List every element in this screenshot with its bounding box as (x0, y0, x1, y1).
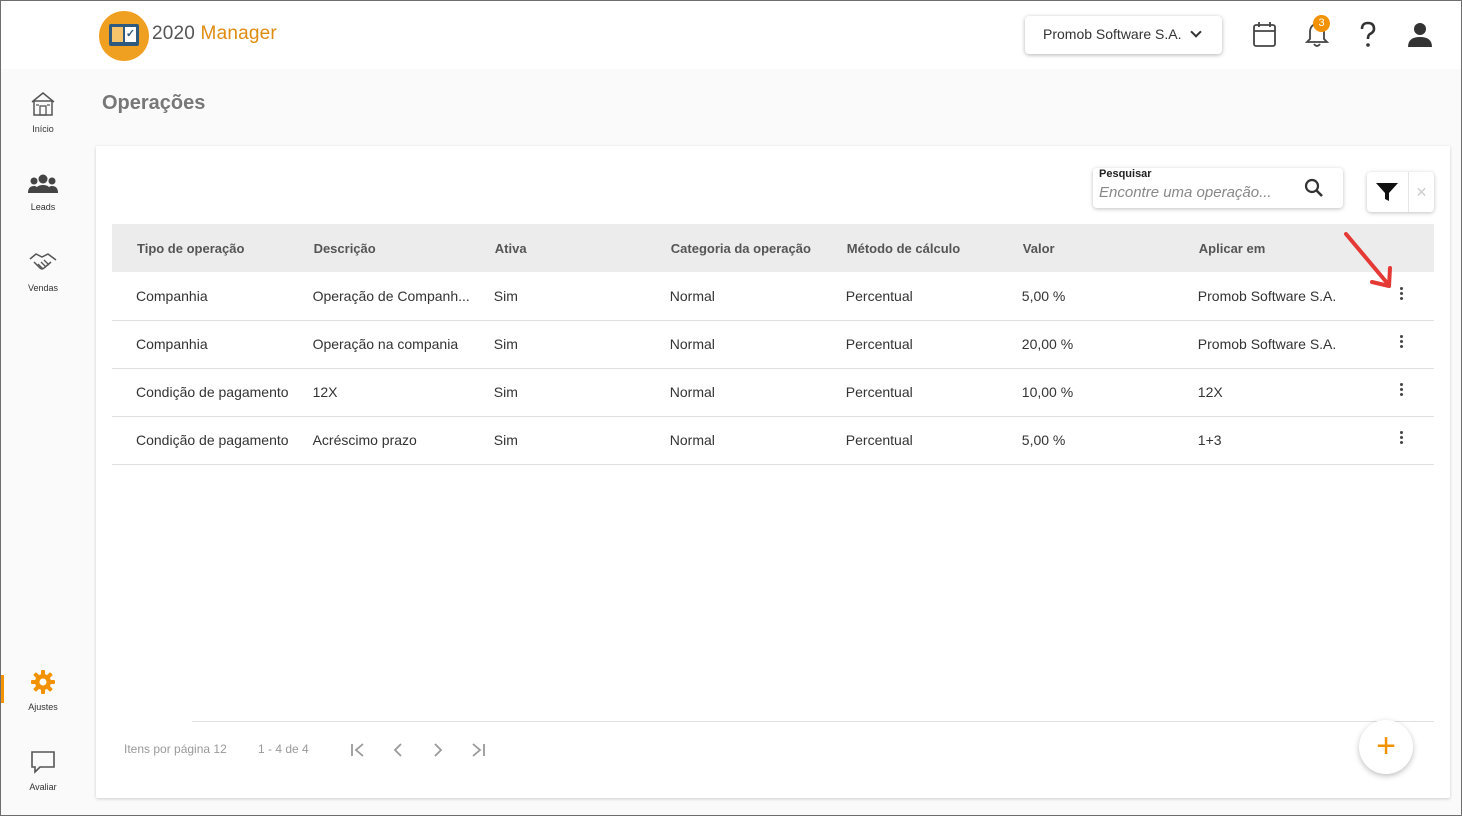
cell-value: 10,00 % (1021, 384, 1074, 400)
row-menu-button[interactable] (1370, 320, 1434, 368)
notification-badge: 3 (1313, 15, 1330, 32)
home-icon (31, 92, 55, 116)
table-row[interactable]: Condição de pagamento Acréscimo prazo Si… (112, 416, 1434, 464)
sidebar-item-label: Leads (30, 202, 56, 212)
page-range: 1 - 4 de 4 (258, 742, 309, 756)
more-vert-icon (1400, 431, 1404, 446)
gear-icon (31, 670, 55, 694)
table-row[interactable]: Companhia Operação de Companh... Sim Nor… (112, 272, 1434, 320)
filter-controls: ✕ (1367, 172, 1434, 212)
column-header[interactable]: Aplicar em (1174, 224, 1370, 272)
cell-type: Companhia (136, 336, 208, 352)
app-name: 2020 Manager (152, 23, 277, 44)
plus-icon: + (1376, 727, 1396, 765)
table-row[interactable]: Condição de pagamento 12X Sim Normal Per… (112, 368, 1434, 416)
cell-method: Percentual (845, 287, 913, 304)
sidebar-item-inicio[interactable]: Início (1, 91, 85, 134)
cell-apply-to: Promob Software S.A. (1197, 336, 1337, 352)
row-menu-button[interactable] (1370, 416, 1434, 464)
cell-category: Normal (669, 336, 715, 352)
cell-apply-to: 1+3 (1197, 432, 1222, 448)
row-menu-button[interactable] (1370, 368, 1434, 416)
cell-apply-to: Promob Software S.A. (1197, 287, 1337, 304)
last-page-icon[interactable] (468, 740, 488, 760)
cell-description: Operação na compania (312, 336, 459, 352)
cell-apply-to: 12X (1197, 384, 1223, 400)
company-selector[interactable]: Promob Software S.A. (1025, 16, 1222, 54)
more-vert-icon (1400, 286, 1404, 302)
items-per-page[interactable]: Itens por página 12 (124, 742, 227, 756)
column-header[interactable]: Valor (998, 224, 1174, 272)
cell-method: Percentual (845, 432, 913, 448)
operations-table: Tipo de operação Descrição Ativa Categor… (112, 224, 1434, 465)
annotation-arrow-icon (1344, 232, 1392, 288)
cell-description: Acréscimo prazo (312, 432, 417, 448)
page-title: Operações (102, 92, 206, 114)
search-input[interactable] (1099, 182, 1289, 202)
previous-page-icon[interactable] (388, 740, 408, 760)
sidebar-item-vendas[interactable]: Vendas (1, 250, 85, 293)
cell-active: Sim (493, 336, 518, 352)
cell-description: Operação de Companh... (312, 287, 470, 304)
first-page-icon[interactable] (348, 740, 368, 760)
sidebar-item-ajustes[interactable]: Ajustes (1, 669, 85, 712)
more-vert-icon (1400, 383, 1404, 398)
column-header[interactable]: Categoria da operação (646, 224, 822, 272)
search-box[interactable]: Pesquisar (1093, 168, 1343, 208)
cell-value: 20,00 % (1021, 336, 1074, 352)
app-window: ✓ 2020 Manager Promob Software S.A. 3 In… (0, 0, 1462, 816)
cell-active: Sim (493, 384, 518, 400)
search-label: Pesquisar (1099, 168, 1152, 180)
column-header[interactable]: Método de cálculo (822, 224, 998, 272)
top-bar: ✓ 2020 Manager Promob Software S.A. 3 (1, 1, 1461, 69)
handshake-icon (29, 253, 57, 270)
sidebar-item-leads[interactable]: Leads (1, 173, 85, 212)
people-icon (28, 174, 58, 193)
column-header[interactable]: Tipo de operação (112, 224, 289, 272)
logo-icon[interactable]: ✓ (99, 11, 149, 61)
calendar-icon[interactable] (1252, 21, 1278, 49)
column-header[interactable]: Ativa (470, 224, 646, 272)
footer-divider (192, 721, 1434, 722)
cell-active: Sim (493, 432, 518, 448)
sidebar-item-label: Vendas (27, 283, 59, 293)
cell-category: Normal (669, 287, 715, 304)
cell-value: 5,00 % (1021, 432, 1066, 448)
cell-type: Companhia (136, 287, 208, 304)
cell-method: Percentual (845, 336, 913, 352)
search-icon[interactable] (1304, 178, 1324, 198)
next-page-icon[interactable] (428, 740, 448, 760)
cell-value: 5,00 % (1021, 287, 1066, 304)
column-header[interactable]: Descrição (289, 224, 470, 272)
sidebar-item-avaliar[interactable]: Avaliar (1, 749, 85, 792)
user-icon[interactable] (1407, 21, 1433, 49)
chevron-down-icon (1190, 26, 1202, 38)
cell-category: Normal (669, 384, 715, 400)
chat-icon (31, 751, 55, 774)
help-icon[interactable] (1355, 21, 1381, 49)
operations-card: Pesquisar ✕ Tipo de operação Descrição A… (96, 146, 1450, 798)
cell-type: Condição de pagamento (136, 384, 289, 400)
table-header-row: Tipo de operação Descrição Ativa Categor… (112, 224, 1434, 272)
cell-type: Condição de pagamento (136, 432, 289, 448)
cell-method: Percentual (845, 384, 913, 400)
cell-active: Sim (493, 287, 518, 304)
company-name: Promob Software S.A. (1043, 26, 1182, 42)
filter-icon[interactable] (1375, 180, 1399, 204)
cell-description: 12X (312, 384, 338, 400)
cell-category: Normal (669, 432, 715, 448)
sidebar-item-label: Início (32, 124, 54, 134)
table-row[interactable]: Companhia Operação na compania Sim Norma… (112, 320, 1434, 368)
sidebar-item-label: Ajustes (28, 702, 58, 712)
add-operation-button[interactable]: + (1359, 720, 1413, 774)
more-vert-icon (1400, 335, 1404, 350)
sidebar-item-label: Avaliar (29, 782, 57, 792)
clear-filter-button[interactable]: ✕ (1408, 172, 1434, 212)
